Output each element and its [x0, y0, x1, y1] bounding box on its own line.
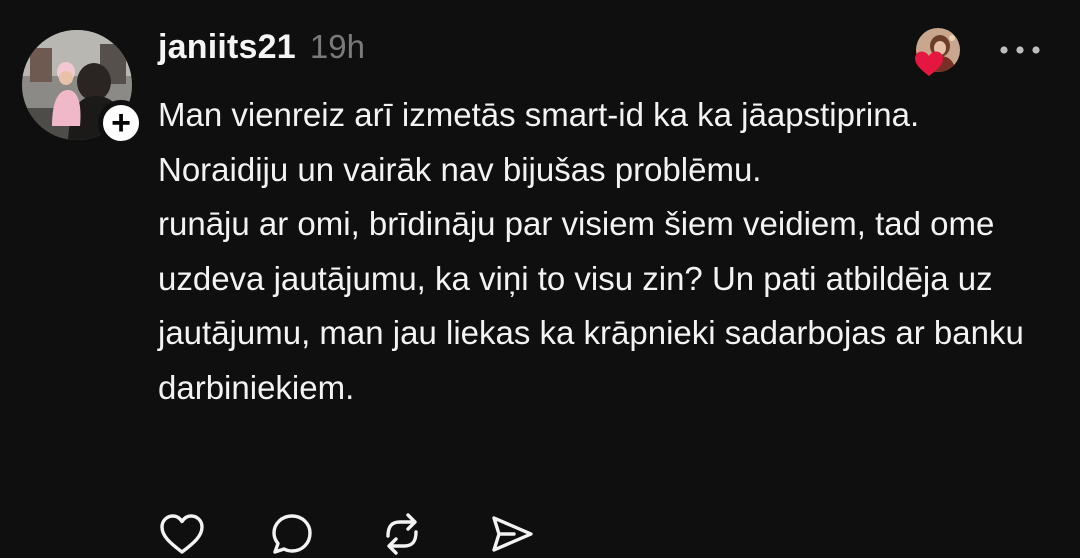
comment-paragraph: Man vienreiz arī izmetās smart-id ka ka …	[158, 96, 920, 188]
comment-text: Man vienreiz arī izmetās smart-id ka ka …	[158, 88, 1058, 415]
comment-header: janiits21 19h	[158, 28, 365, 74]
like-icon[interactable]	[158, 510, 206, 558]
heart-icon	[915, 51, 943, 76]
action-bar	[158, 510, 536, 558]
timestamp: 19h	[309, 28, 365, 65]
username[interactable]: janiits21	[158, 28, 296, 67]
author-avatar[interactable]: +	[22, 30, 144, 146]
liked-by-author-avatar[interactable]	[915, 28, 960, 76]
repost-icon[interactable]	[378, 510, 426, 558]
comment-icon[interactable]	[268, 510, 316, 558]
follow-button[interactable]: +	[98, 100, 144, 146]
more-options-icon[interactable]	[998, 38, 1042, 62]
plus-icon: +	[111, 104, 131, 142]
comment-paragraph: runāju ar omi, brīdināju par visiem šiem…	[158, 205, 1024, 406]
share-icon[interactable]	[488, 510, 536, 558]
